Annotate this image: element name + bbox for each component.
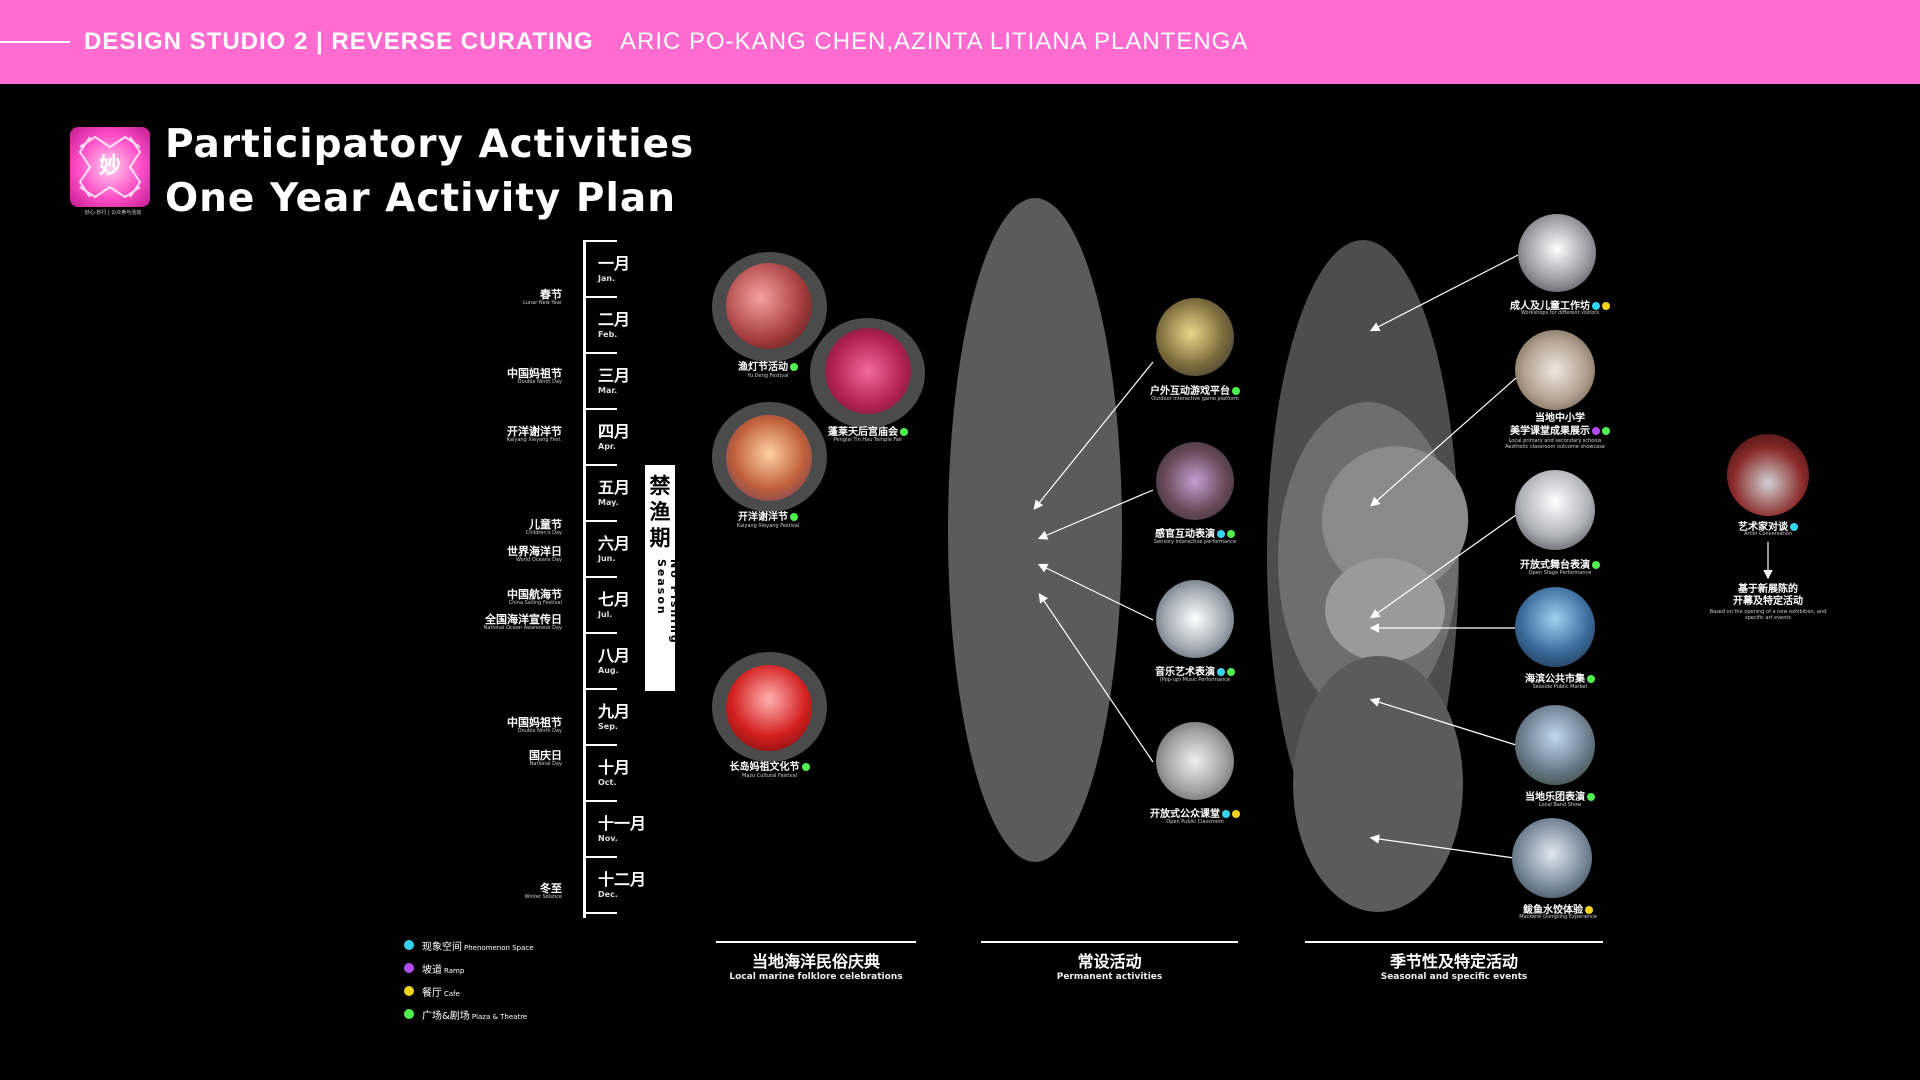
artist-note-en: Based on the opening of a new exhibition… (1709, 609, 1827, 621)
label-market: 海滨公共市集 (1490, 670, 1630, 685)
label-school-en: Local primary and secondary schools Aest… (1505, 438, 1605, 450)
green-dot-icon (1587, 793, 1595, 801)
legend-label-zh: 坡道 (422, 965, 442, 976)
photo-classroom (1156, 722, 1234, 800)
legend-label-en: Plaza & Theatre (471, 1013, 528, 1021)
cyan-dot-icon (1222, 810, 1230, 818)
seasonal-zone-overlap-3 (1325, 558, 1445, 662)
label-kaiyang: 开洋谢洋节 (718, 508, 818, 523)
artist-note: 基于新展陈的 开幕及特定活动 (1733, 584, 1803, 607)
label-school-text: 当地中小学 美学课堂成果展示 (1510, 413, 1590, 437)
photo-dumpling (1512, 818, 1592, 898)
label-dumpling-en: Mackerel Dumpling Experience (1519, 914, 1597, 920)
seasonal-zone-lower (1293, 656, 1463, 912)
label-yu-deng-text: 渔灯节活动 (738, 362, 788, 373)
green-dot-icon (1227, 668, 1235, 676)
legend-label-en: Cafe (444, 990, 460, 998)
yellow-dot-icon (1585, 906, 1593, 914)
label-tin-hau-en: Penglai Tin Hau Temple Fair (833, 437, 903, 443)
column-subtitle-folklore: Local marine folklore celebrations (729, 972, 903, 982)
legend-label-zh: 餐厅 (422, 988, 442, 999)
photo-mazu (726, 665, 812, 751)
label-classroom: 开放式公众课堂 (1130, 805, 1260, 820)
diagram-shapes (948, 198, 1773, 912)
column-subtitle-seasonal: Seasonal and specific events (1380, 972, 1528, 982)
photo-school (1515, 330, 1595, 410)
photo-band (1515, 705, 1595, 785)
column-rule-folklore (716, 941, 916, 943)
photo-sensory (1156, 442, 1234, 520)
legend-item: 坡道 Ramp (422, 961, 464, 976)
label-workshops-en: Workshops for different visitors (1520, 310, 1600, 316)
label-stage: 开放式舞台表演 (1490, 556, 1630, 571)
green-dot-icon (1232, 387, 1240, 395)
green-dot-icon (1227, 530, 1235, 538)
green-dot-icon (790, 363, 798, 371)
column-rule-seasonal (1305, 941, 1603, 943)
label-school: 当地中小学 美学课堂成果展示 (1490, 412, 1630, 438)
legend-item: 餐厅 Cafe (422, 984, 460, 999)
label-yu-deng-en: Yu Deng Festival (747, 373, 789, 379)
label-kaiyang-text: 开洋谢洋节 (738, 512, 788, 523)
label-mazu-text: 长岛妈祖文化节 (729, 762, 800, 773)
photo-stage (1515, 470, 1595, 550)
purple-dot-icon (1592, 427, 1600, 435)
legend-item: 现象空间 Phenomenon Space (422, 938, 534, 953)
photo-artist (1727, 434, 1809, 516)
photo-kaiyang (726, 415, 812, 501)
green-dot-icon (900, 428, 908, 436)
green-dot-icon (801, 763, 810, 771)
permanent-activities-zone (948, 198, 1122, 862)
label-outdoor: 户外互动游戏平台 (1135, 382, 1255, 397)
label-sensory: 感官互动表演 (1130, 525, 1260, 540)
label-music-en: (Pop-up) Music Performance (1159, 677, 1231, 683)
legend-item: 广场&剧场 Plaza & Theatre (422, 1007, 527, 1022)
legend-yellow-dot-icon (404, 986, 414, 996)
photo-market (1515, 587, 1595, 667)
photo-workshops (1518, 214, 1596, 292)
label-outdoor-en: Outdoor interactive game platform (1151, 396, 1239, 402)
photo-music (1156, 580, 1234, 658)
legend-green-dot-icon (404, 1009, 414, 1019)
column-title-permanent: 常设活动 (1077, 952, 1142, 971)
yellow-dot-icon (1232, 810, 1240, 818)
photo-yu-deng (726, 263, 812, 349)
column-rule-permanent (981, 941, 1238, 943)
label-music: 音乐艺术表演 (1130, 663, 1260, 678)
label-band: 当地乐团表演 (1490, 788, 1630, 803)
photo-outdoor-game (1156, 298, 1234, 376)
cyan-dot-icon (1217, 668, 1225, 676)
label-band-en: Local Band Show (1538, 802, 1582, 808)
cyan-dot-icon (1217, 530, 1225, 538)
column-title-seasonal: 季节性及特定活动 (1389, 952, 1518, 971)
label-mazu: 长岛妈祖文化节 (712, 758, 827, 773)
label-market-en: Seaside Public Market (1532, 684, 1588, 690)
green-dot-icon (1602, 427, 1610, 435)
column-title-folklore: 当地海洋民俗庆典 (751, 952, 880, 971)
label-artist-en: Artist Conversation (1743, 531, 1793, 537)
legend-cyan-dot-icon (404, 940, 414, 950)
legend-label-en: Ramp (444, 967, 465, 975)
legend-purple-dot-icon (404, 963, 414, 973)
legend-label-zh: 现象空间 (422, 942, 462, 953)
cyan-dot-icon (1790, 523, 1798, 531)
label-kaiyang-en: Kaiyang Xieyang Festival (736, 523, 800, 529)
green-dot-icon (1592, 561, 1600, 569)
label-tin-hau: 蓬莱天后宫庙会 (808, 423, 928, 438)
cyan-dot-icon (1592, 302, 1600, 310)
green-dot-icon (790, 513, 798, 521)
label-classroom-en: Open Public Classroom (1166, 819, 1224, 825)
legend-label-zh: 广场&剧场 (422, 1011, 470, 1022)
column-subtitle-permanent: Permanent activities (1056, 972, 1163, 982)
photo-tin-hau (825, 328, 911, 414)
legend-label-en: Phenomenon Space (464, 944, 534, 952)
label-mazu-en: Mazu Cultural Festival (741, 773, 798, 779)
green-dot-icon (1587, 675, 1595, 683)
label-stage-en: Open Stage Performance (1528, 570, 1592, 576)
label-sensory-en: Sensory interactive performance (1153, 539, 1237, 545)
yellow-dot-icon (1602, 302, 1610, 310)
label-yu-deng: 渔灯节活动 (718, 358, 818, 373)
